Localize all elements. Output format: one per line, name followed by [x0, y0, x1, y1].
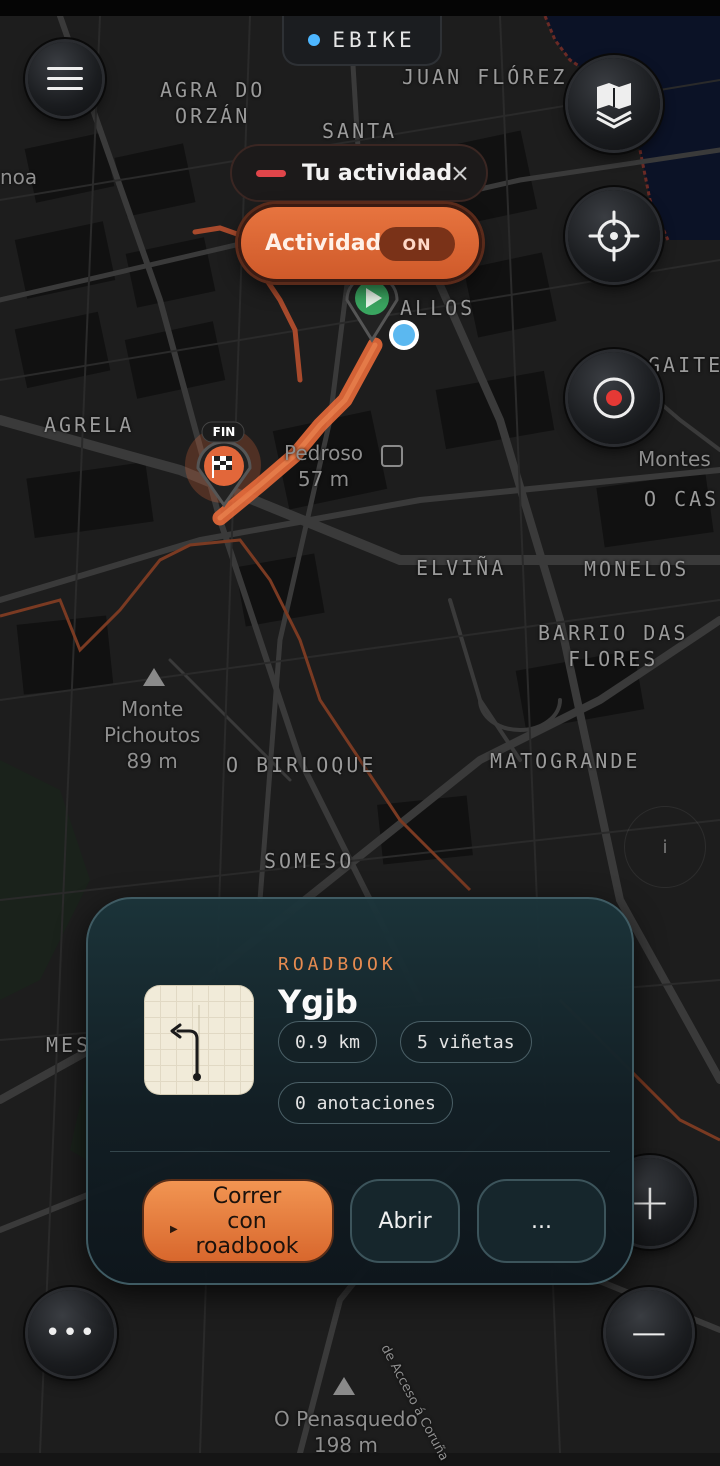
close-icon[interactable]: ×: [450, 160, 470, 186]
map-info-button[interactable]: i: [624, 806, 706, 888]
map-label: AGRA DO ORZÁN: [160, 78, 266, 128]
map-label: noa: [0, 165, 38, 189]
activity-mode-pill[interactable]: EBIKE: [282, 16, 442, 66]
record-button[interactable]: [568, 352, 660, 444]
locate-button[interactable]: [568, 190, 660, 282]
map-label: ELVIÑA: [416, 556, 507, 580]
map-label: BARRIO DAS FLORES: [538, 621, 689, 671]
map-label: AGRELA: [44, 413, 135, 437]
map-label: MONELOS: [584, 557, 690, 581]
map-label: O CAS: [644, 487, 720, 511]
roadbook-card: ROADBOOK Ygjb 0.9 km 5 viñetas 0 anotaci…: [86, 897, 634, 1285]
status-bar: [0, 0, 720, 16]
activity-toggle[interactable]: Actividad ON: [238, 204, 482, 282]
plus-icon: +: [629, 1173, 671, 1231]
map-label: ALLOS: [400, 296, 476, 320]
map-label: O Penasquedo 198 m: [274, 1407, 418, 1457]
more-options-button[interactable]: •••: [28, 1290, 114, 1376]
layers-icon: [596, 83, 632, 129]
map-label: SOMESO: [264, 849, 355, 873]
activity-panel-header: Tu actividad ×: [230, 144, 488, 202]
roadbook-title: Ygjb: [278, 983, 358, 1021]
map-label: SANTA: [322, 119, 398, 143]
map-label: MES: [46, 1033, 92, 1057]
run-roadbook-button[interactable]: ▶ Correr con roadbook: [142, 1179, 334, 1263]
card-divider: [110, 1151, 610, 1152]
zoom-out-button[interactable]: −: [606, 1290, 692, 1376]
current-location-dot: [389, 320, 419, 350]
map-label: O BIRLOQUE: [226, 753, 377, 777]
open-roadbook-button[interactable]: Abrir: [350, 1179, 460, 1263]
finish-marker-label: FIN: [212, 425, 236, 439]
menu-button[interactable]: [28, 42, 102, 116]
distance-chip: 0.9 km: [278, 1021, 378, 1063]
turn-left-icon: [170, 1005, 201, 1081]
record-icon: [593, 377, 635, 419]
minus-icon: −: [628, 1304, 670, 1362]
activity-mode-label: EBIKE: [332, 28, 416, 52]
map-label: GAITE: [648, 353, 720, 377]
map-label: Pedroso 57 m: [284, 441, 364, 491]
play-icon: ▶: [170, 1224, 178, 1235]
activity-toggle-label: Actividad: [265, 230, 382, 256]
map-label: Montes: [638, 447, 711, 471]
mode-status-dot: [308, 34, 321, 46]
activity-panel-title: Tu actividad: [302, 160, 453, 186]
map-label: Monte Pichoutos 89 m: [104, 697, 201, 773]
menu-icon: [47, 67, 83, 90]
run-roadbook-label: Correr con roadbook: [195, 1183, 299, 1259]
activity-toggle-state: ON: [379, 227, 455, 261]
layers-button[interactable]: [568, 58, 660, 150]
ellipsis-icon: •••: [44, 1318, 97, 1348]
activity-color-indicator: [256, 169, 286, 177]
roadbook-kicker: ROADBOOK: [278, 954, 397, 975]
roadbook-thumbnail: [144, 985, 254, 1095]
map-label: MATOGRANDE: [490, 749, 641, 773]
roadbook-more-button[interactable]: ...: [477, 1179, 606, 1263]
crosshair-icon: [588, 210, 640, 262]
annotations-chip: 0 anotaciones: [278, 1082, 453, 1124]
map-label: JUAN FLÓREZ: [402, 65, 568, 89]
vignettes-chip: 5 viñetas: [400, 1021, 532, 1063]
